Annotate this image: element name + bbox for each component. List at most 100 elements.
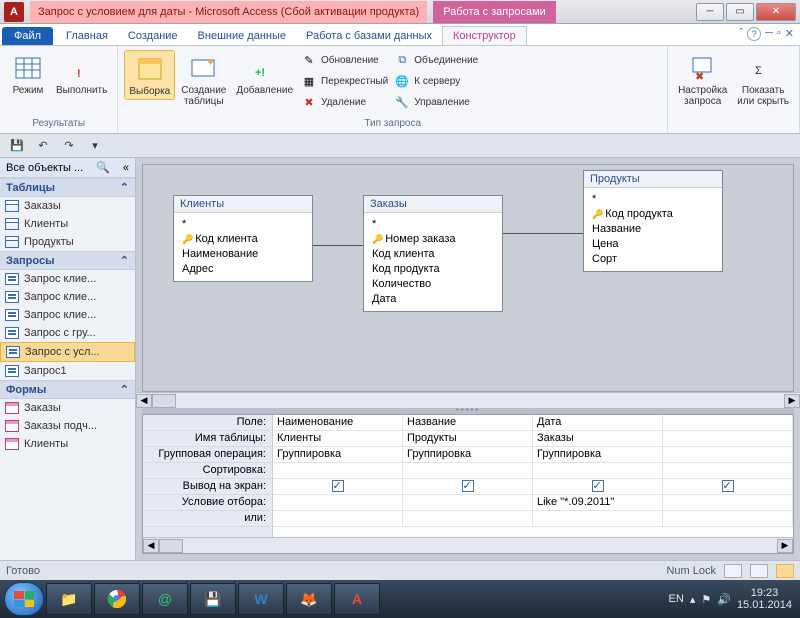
table-box[interactable]: Клиенты*Код клиентаНаименованиеАдрес (173, 195, 313, 282)
nav-group-queries[interactable]: Запросы⌃ (0, 251, 135, 270)
taskbar-mail[interactable]: @ (142, 583, 188, 615)
tab-database[interactable]: Работа с базами данных (296, 27, 442, 45)
grid-cell[interactable] (403, 511, 533, 526)
nav-form-item[interactable]: Заказы (0, 399, 135, 417)
grid-cell[interactable] (273, 479, 403, 494)
nav-table-item[interactable]: Клиенты (0, 215, 135, 233)
grid-cell[interactable] (403, 463, 533, 478)
redo-icon[interactable]: ↷ (58, 136, 80, 156)
maximize-button[interactable]: ▭ (726, 3, 754, 21)
grid-cell[interactable]: Like "*.09.2011" (533, 495, 663, 510)
table-box[interactable]: Заказы*Номер заказаКод клиентаКод продук… (363, 195, 503, 312)
nav-form-item[interactable]: Заказы подч... (0, 417, 135, 435)
grid-cell[interactable] (403, 479, 533, 494)
design-view-button[interactable] (776, 564, 794, 578)
tab-external[interactable]: Внешние данные (188, 27, 296, 45)
help-icon[interactable]: ? (747, 27, 761, 41)
qat-dropdown-icon[interactable]: ▾ (84, 136, 106, 156)
taskbar-firefox[interactable]: 🦊 (286, 583, 332, 615)
mdi-close-icon[interactable]: ✕ (785, 27, 794, 41)
grid-cell[interactable] (273, 463, 403, 478)
nav-query-item[interactable]: Запрос1 (0, 362, 135, 380)
run-button[interactable]: ! Выполнить (52, 50, 111, 98)
grid-cell[interactable]: Группировка (273, 447, 403, 462)
nav-form-item[interactable]: Клиенты (0, 435, 135, 453)
grid-cell[interactable] (663, 415, 793, 430)
update-button[interactable]: ✎Обновление (299, 50, 390, 70)
view-button[interactable]: Режим (6, 50, 50, 98)
nav-query-item[interactable]: Запрос с усл... (0, 342, 135, 362)
undo-icon[interactable]: ↶ (32, 136, 54, 156)
nav-query-item[interactable]: Запрос клие... (0, 288, 135, 306)
grid-cell[interactable] (533, 463, 663, 478)
splitter[interactable] (142, 408, 794, 414)
querysetup-button[interactable]: ✖ Настройка запроса (674, 50, 731, 109)
search-icon[interactable]: 🔍 (96, 161, 110, 174)
scroll-thumb[interactable] (152, 394, 176, 408)
ribbon-minimize-icon[interactable]: ˆ (739, 27, 743, 41)
tab-create[interactable]: Создание (118, 27, 188, 45)
minimize-button[interactable]: ─ (696, 3, 724, 21)
scroll-left-icon[interactable]: ◀ (136, 394, 152, 408)
table-diagram[interactable]: Клиенты*Код клиентаНаименованиеАдрес Зака… (142, 164, 794, 392)
passthrough-button[interactable]: 🌐К серверу (392, 71, 480, 91)
grid-cell[interactable] (273, 511, 403, 526)
taskbar-access[interactable]: A (334, 583, 380, 615)
nav-query-item[interactable]: Запрос с гру... (0, 324, 135, 342)
grid-cell[interactable] (273, 495, 403, 510)
close-button[interactable]: ✕ (756, 3, 796, 21)
taskbar-chrome[interactable] (94, 583, 140, 615)
nav-table-item[interactable]: Продукты (0, 233, 135, 251)
sql-view-button[interactable] (750, 564, 768, 578)
grid-cell[interactable]: Группировка (533, 447, 663, 462)
grid-cell[interactable]: Название (403, 415, 533, 430)
nav-header[interactable]: Все объекты ... 🔍 « (0, 158, 135, 178)
crosstab-button[interactable]: ▦Перекрестный (299, 71, 390, 91)
grid-cell[interactable] (663, 463, 793, 478)
scroll-right-icon[interactable]: ▶ (777, 539, 793, 553)
grid-columns[interactable]: НаименованиеНазваниеДатаКлиентыПродуктыЗ… (273, 415, 793, 537)
mdi-minimize-icon[interactable]: ─ (765, 27, 773, 41)
nav-query-item[interactable]: Запрос клие... (0, 306, 135, 324)
grid-cell[interactable] (533, 511, 663, 526)
nav-table-item[interactable]: Заказы (0, 197, 135, 215)
tab-home[interactable]: Главная (56, 27, 118, 45)
grid-cell[interactable] (663, 447, 793, 462)
grid-cell[interactable] (403, 495, 533, 510)
grid-cell[interactable]: Наименование (273, 415, 403, 430)
taskbar-word[interactable]: W (238, 583, 284, 615)
datasheet-view-button[interactable] (724, 564, 742, 578)
append-button[interactable]: +! Добавление (232, 50, 297, 98)
collapse-nav-icon[interactable]: « (123, 162, 129, 174)
scroll-left-icon[interactable]: ◀ (143, 539, 159, 553)
datadef-button[interactable]: 🔧Управление (392, 92, 480, 112)
union-button[interactable]: ⧉Объединение (392, 50, 480, 70)
delete-button[interactable]: ✖Удаление (299, 92, 390, 112)
language-indicator[interactable]: EN (669, 593, 684, 605)
tab-design[interactable]: Конструктор (442, 26, 527, 45)
tray-chevron-icon[interactable]: ▴ (690, 593, 696, 606)
nav-group-forms[interactable]: Формы⌃ (0, 380, 135, 399)
grid-cell[interactable]: Заказы (533, 431, 663, 446)
scroll-thumb[interactable] (159, 539, 183, 553)
tray-flag-icon[interactable]: ⚑ (701, 593, 711, 606)
save-icon[interactable]: 💾 (6, 136, 28, 156)
grid-cell[interactable] (663, 479, 793, 494)
table-box[interactable]: Продукты*Код продуктаНазваниеЦенаСорт (583, 170, 723, 272)
grid-cell[interactable] (533, 479, 663, 494)
mdi-restore-icon[interactable]: ▫ (777, 27, 781, 41)
nav-query-item[interactable]: Запрос клие... (0, 270, 135, 288)
scroll-right-icon[interactable]: ▶ (784, 394, 800, 408)
grid-cell[interactable] (663, 431, 793, 446)
grid-scrollbar[interactable]: ◀ ▶ (143, 537, 793, 553)
grid-cell[interactable]: Продукты (403, 431, 533, 446)
grid-cell[interactable] (663, 495, 793, 510)
showhide-button[interactable]: Σ Показать или скрыть (733, 50, 793, 109)
maketable-button[interactable]: ✦ Создание таблицы (177, 50, 230, 109)
grid-cell[interactable]: Клиенты (273, 431, 403, 446)
tab-file[interactable]: Файл (2, 27, 53, 45)
nav-group-tables[interactable]: Таблицы⌃ (0, 178, 135, 197)
taskbar-explorer[interactable]: 📁 (46, 583, 92, 615)
tray-volume-icon[interactable]: 🔊 (717, 593, 731, 606)
grid-cell[interactable]: Группировка (403, 447, 533, 462)
